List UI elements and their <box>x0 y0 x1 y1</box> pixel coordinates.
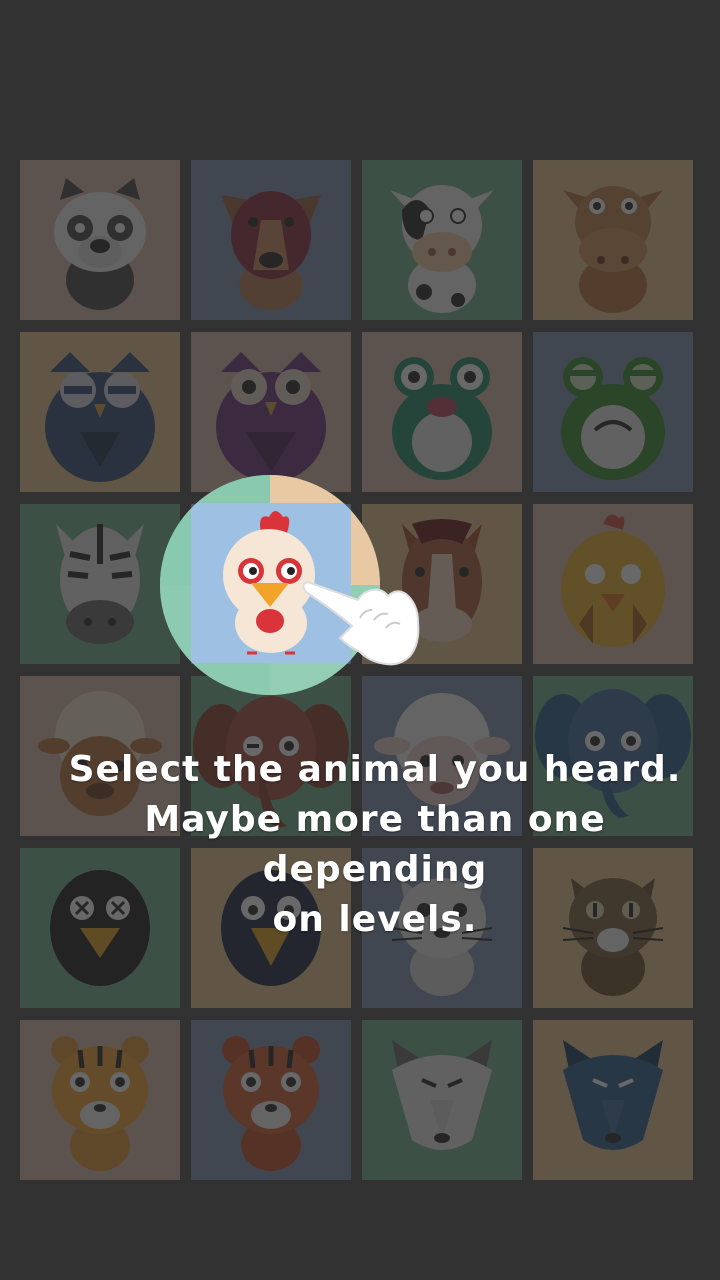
instruction-text: Select the animal you heard. Maybe more … <box>30 745 720 945</box>
tile-wolf-blue[interactable] <box>533 1020 693 1180</box>
tile-owl-blue[interactable] <box>20 332 180 492</box>
tile-chick[interactable] <box>533 504 693 664</box>
instruction-line-1: Select the animal you heard. <box>68 749 682 790</box>
instruction-line-2: Maybe more than one depending <box>144 799 606 890</box>
tile-tiger-red[interactable] <box>191 1020 351 1180</box>
tile-frog[interactable] <box>362 332 522 492</box>
tile-cow[interactable] <box>362 160 522 320</box>
tile-dog[interactable] <box>191 160 351 320</box>
tile-wolf-grey[interactable] <box>362 1020 522 1180</box>
tile-panda-dog[interactable] <box>20 160 180 320</box>
tile-brown-cow[interactable] <box>533 160 693 320</box>
tile-owl-purple[interactable] <box>191 332 351 492</box>
tile-tiger[interactable] <box>20 1020 180 1180</box>
pointer-hand-icon <box>302 580 420 666</box>
instruction-line-3: on levels. <box>272 899 478 940</box>
tile-green-frog[interactable] <box>533 332 693 492</box>
tile-zebra[interactable] <box>20 504 180 664</box>
